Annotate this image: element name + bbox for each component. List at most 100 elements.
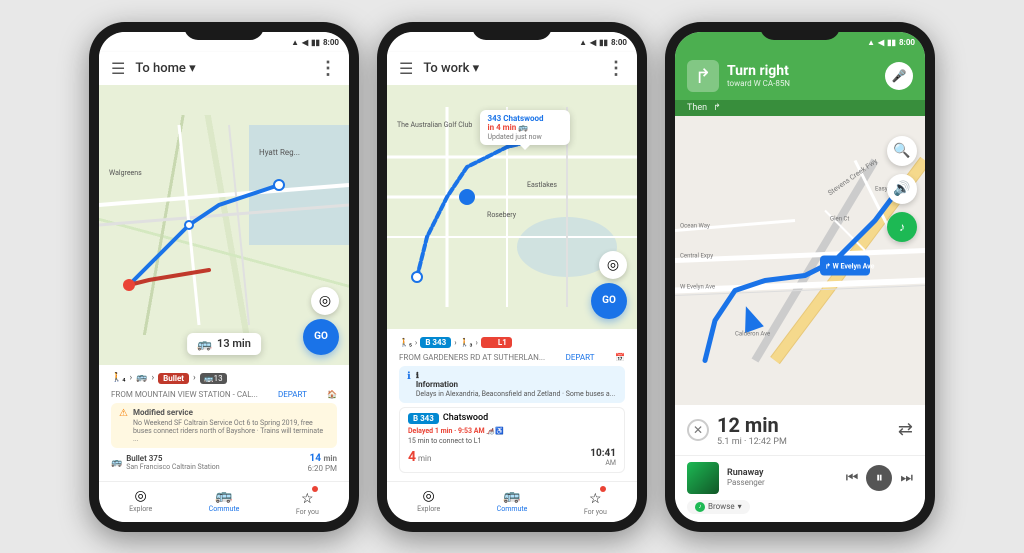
music-artist: Passenger bbox=[727, 478, 838, 487]
connect-text: 15 min to connect to L1 bbox=[408, 437, 616, 445]
spotify-btn[interactable]: ♪ bbox=[887, 212, 917, 242]
info-card-title: Information bbox=[416, 380, 615, 389]
nav-commute-2[interactable]: 🚌 Commute bbox=[470, 486, 553, 518]
prev-btn[interactable]: ⏮ bbox=[846, 470, 859, 486]
walk-icon-2a: 🚶₅ bbox=[399, 338, 412, 347]
home-icon: 🏠 bbox=[327, 390, 337, 399]
info-icon: ℹ bbox=[407, 371, 411, 398]
commute-icon-2: 🚌 bbox=[503, 488, 520, 504]
music-title: Runaway bbox=[727, 468, 838, 478]
then-icon: ↱ bbox=[713, 103, 721, 113]
svg-text:Ocean Way: Ocean Way bbox=[680, 222, 710, 229]
play-pause-btn[interactable]: ⏸ bbox=[866, 465, 892, 491]
info-card-2: ℹ ℹ Information Delays in Alexandria, Be… bbox=[399, 366, 625, 403]
alert-text: No Weekend SF Caltrain Service Oct 6 to … bbox=[133, 419, 329, 443]
l1-tag: L1 bbox=[481, 337, 512, 348]
bus-num-tag: 🚌13 bbox=[200, 373, 227, 384]
schedule-name-1: Bullet 375 bbox=[126, 454, 219, 463]
header-title-1: To home ▾ bbox=[135, 61, 309, 76]
route-options-2: 🚶₅ › B 343 › 🚶₃ › L1 bbox=[399, 337, 625, 348]
browse-row: ♪ Browse ▾ bbox=[675, 500, 925, 522]
mic-button[interactable]: 🎤 bbox=[885, 62, 913, 90]
location-btn-2[interactable]: ◎ bbox=[599, 251, 627, 279]
wifi-icon-1: ◀ bbox=[302, 38, 308, 47]
map-area-2[interactable]: The Australian Golf Club Rosebery Eastla… bbox=[387, 85, 637, 329]
phone-notch-1 bbox=[184, 22, 264, 40]
chevron-right3: › bbox=[476, 338, 478, 347]
eta-bar: ✕ 12 min 5.1 mi · 12:42 PM ⇄ bbox=[675, 405, 925, 456]
foryou-icon-1: ☆ bbox=[301, 491, 314, 507]
nav-commute-1[interactable]: 🚌 Commute bbox=[182, 486, 265, 518]
search-btn[interactable]: 🔍 bbox=[887, 136, 917, 166]
info-title: ℹ bbox=[416, 371, 615, 380]
more-icon-2[interactable]: ⋮ bbox=[607, 58, 625, 79]
nav-header-3: ↱ Turn right toward W CA-85N 🎤 bbox=[675, 52, 925, 100]
browse-btn[interactable]: ♪ Browse ▾ bbox=[687, 500, 750, 514]
svg-text:Glen Ct: Glen Ct bbox=[830, 215, 849, 222]
nav-toward: toward W CA-85N bbox=[727, 79, 877, 88]
volume-btn[interactable]: 🔊 bbox=[887, 174, 917, 204]
nav-explore-2[interactable]: ◎ Explore bbox=[387, 486, 470, 518]
from-label-1: FROM MOUNTAIN VIEW STATION - CAL... DEPA… bbox=[111, 390, 337, 399]
svg-text:Central Expy: Central Expy bbox=[680, 252, 713, 259]
phone-notch-3 bbox=[760, 22, 840, 40]
spotify-icon: ♪ bbox=[899, 220, 905, 234]
svg-text:Calderon Ave: Calderon Ave bbox=[735, 330, 770, 337]
svg-text:↱ W Evelyn Ave: ↱ W Evelyn Ave bbox=[825, 262, 875, 270]
explore-icon-2: ◎ bbox=[423, 488, 435, 504]
nav-map[interactable]: ↱ W Evelyn Ave Stevens Creek Fwy Central… bbox=[675, 116, 925, 405]
arrival-time: 10:41 bbox=[590, 448, 616, 459]
album-art bbox=[687, 462, 719, 494]
bubble-route-num: 343 Chatswood bbox=[488, 114, 544, 123]
bus-card-name: Chatswood bbox=[443, 413, 488, 423]
map-area-1[interactable]: Hyatt Reg... Walgreens 🚌 13 min ◎ GO bbox=[99, 85, 349, 365]
go-btn-2[interactable]: GO bbox=[591, 283, 627, 319]
location-btn-1[interactable]: ◎ bbox=[311, 287, 339, 315]
route-switch-icon: ⇄ bbox=[898, 419, 913, 440]
play-icon: ⏸ bbox=[876, 470, 883, 486]
phone-1: ▲ ◀ ▮▮ 8:00 ☰ To home ▾ ⋮ bbox=[89, 22, 359, 532]
wifi-icon-3: ◀ bbox=[878, 38, 884, 47]
bus-icon-bubble: 🚌 bbox=[197, 337, 212, 351]
nav-explore-1[interactable]: ◎ Explore bbox=[99, 486, 182, 518]
schedule-time: 6:20 PM bbox=[308, 464, 337, 473]
nav-foryou-2[interactable]: ☆ For you bbox=[554, 486, 637, 518]
mic-icon: 🎤 bbox=[892, 69, 907, 83]
nav-foryou-1[interactable]: ☆ For you bbox=[266, 486, 349, 518]
arrival-meridiem: AM bbox=[590, 459, 616, 467]
bullet-tag: Bullet bbox=[158, 373, 189, 384]
bottom-nav-1: ◎ Explore 🚌 Commute ☆ For you bbox=[99, 481, 349, 522]
schedule-row-1: 🚌 Bullet 375 San Francisco Caltrain Stat… bbox=[111, 453, 337, 473]
phone-notch-2 bbox=[472, 22, 552, 40]
screen-1: ▲ ◀ ▮▮ 8:00 ☰ To home ▾ ⋮ bbox=[99, 32, 349, 522]
menu-icon-2[interactable]: ☰ bbox=[399, 59, 413, 78]
then-bar: Then ↱ bbox=[675, 100, 925, 116]
header-title-2: To work ▾ bbox=[423, 61, 597, 76]
cancel-nav-btn[interactable]: ✕ bbox=[687, 419, 709, 441]
train-icon-1: 🚌 bbox=[111, 458, 122, 468]
time-bubble-1: 🚌 13 min bbox=[187, 333, 261, 355]
phone-2: ▲ ◀ ▮▮ 8:00 ☰ To work ▾ ⋮ bbox=[377, 22, 647, 532]
then-label: Then bbox=[687, 103, 707, 113]
bus-icon-route: 🚌 bbox=[136, 373, 147, 383]
more-icon-1[interactable]: ⋮ bbox=[319, 58, 337, 79]
alert-title: Modified service bbox=[133, 408, 329, 417]
signal-icon-3: ▲ bbox=[867, 38, 875, 47]
schedule-station-1: San Francisco Caltrain Station bbox=[126, 463, 219, 471]
next-btn[interactable]: ⏭ bbox=[900, 470, 913, 486]
b-tag: B 343 bbox=[420, 337, 451, 348]
phones-container: ▲ ◀ ▮▮ 8:00 ☰ To home ▾ ⋮ bbox=[69, 2, 955, 552]
screen-3: ▲ ◀ ▮▮ 8:00 ↱ Turn right toward W CA-85N… bbox=[675, 32, 925, 522]
bottom-panel-2: 🚶₅ › B 343 › 🚶₃ › L1 FROM GARDENERS RD A… bbox=[387, 329, 637, 481]
bus-icon-bubble2: 🚌 bbox=[518, 123, 528, 132]
signal-icon-2: ▲ bbox=[579, 38, 587, 47]
cancel-icon: ✕ bbox=[693, 423, 703, 437]
time-1: 8:00 bbox=[323, 38, 339, 47]
menu-icon-1[interactable]: ☰ bbox=[111, 59, 125, 78]
go-btn-1[interactable]: GO bbox=[303, 319, 339, 355]
volume-icon: 🔊 bbox=[893, 181, 910, 197]
svg-text:Rosebery: Rosebery bbox=[487, 211, 517, 219]
delayed-text: Delayed 1 min · 9:53 AM 🦽♿ bbox=[408, 427, 616, 435]
route-options-nav-btn[interactable]: ⇄ bbox=[898, 419, 913, 440]
walk-icon-1: 🚶₄ bbox=[111, 373, 126, 383]
